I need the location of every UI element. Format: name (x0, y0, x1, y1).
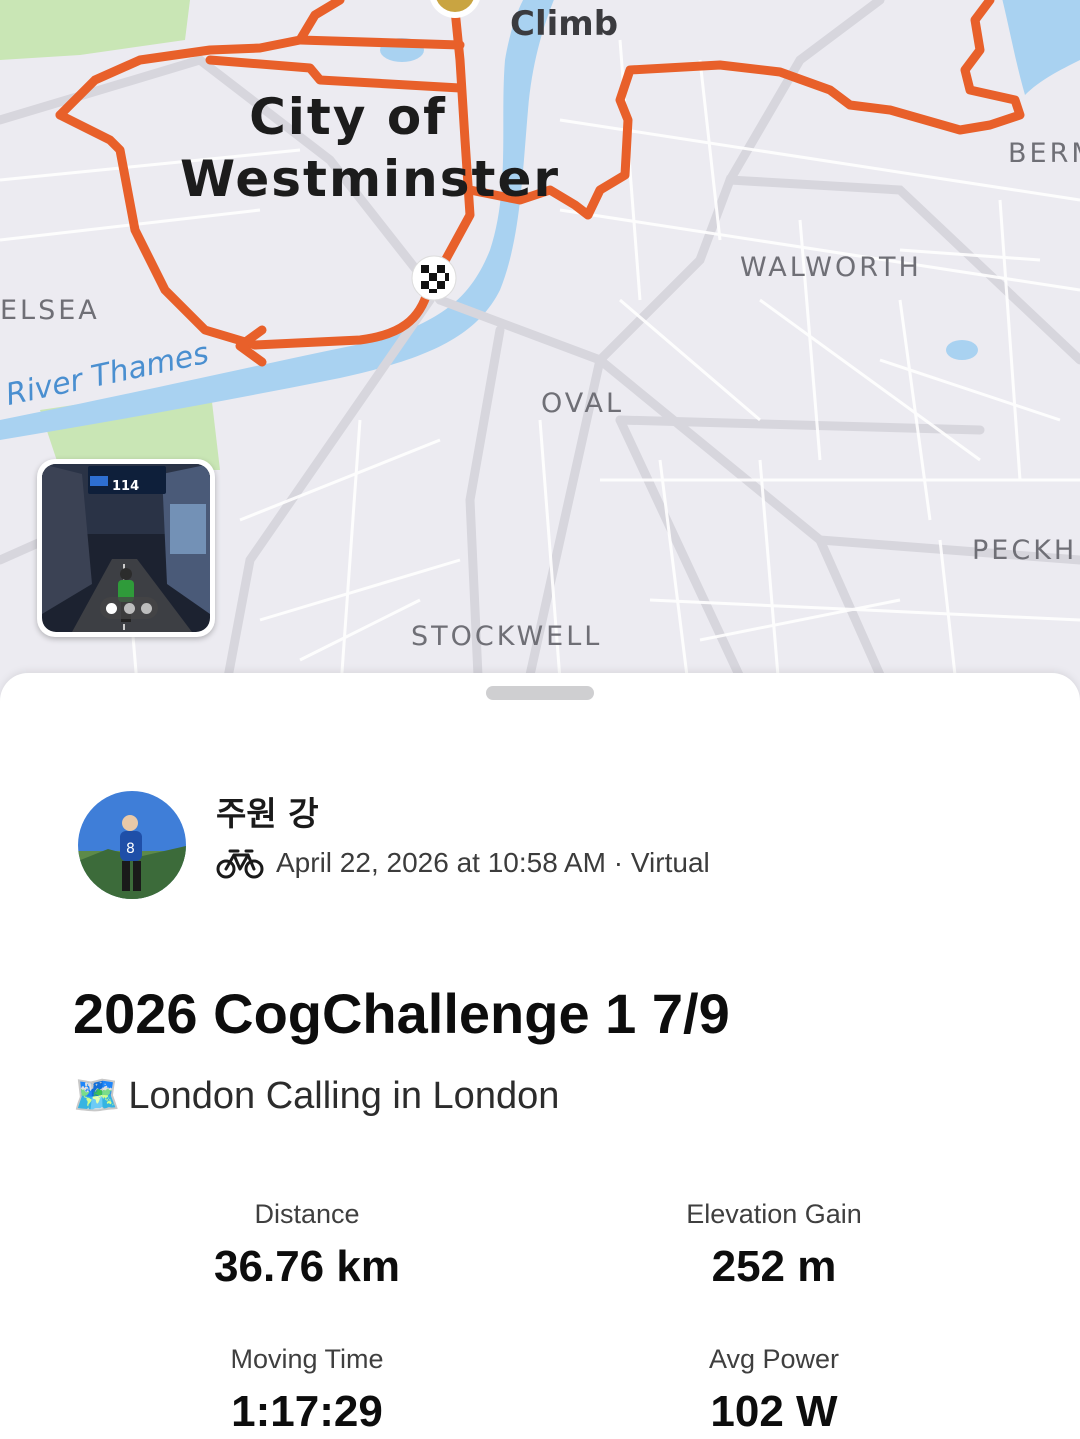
stat-value: 1:17:29 (231, 1387, 383, 1436)
stat-moving-time: Moving Time 1:17:29 (87, 1341, 527, 1439)
stat-label: Elevation Gain (686, 1199, 862, 1229)
finish-flag-icon (411, 255, 457, 301)
bike-icon (216, 849, 264, 879)
photo-page-indicator (100, 597, 158, 619)
activity-subtitle: 🗺️ London Calling in London (73, 1074, 559, 1118)
activity-title: 2026 CogChallenge 1 7/9 (73, 982, 730, 1045)
area-label-oval: OVAL (541, 388, 625, 419)
stat-label: Distance (254, 1199, 360, 1229)
activity-date-type: April 22, 2026 at 10:58 AM · Virtual (276, 847, 710, 878)
svg-text:114: 114 (112, 479, 139, 494)
activity-photo-thumbnail[interactable]: 114 (37, 459, 215, 637)
sheet-drag-handle[interactable] (486, 686, 594, 700)
area-label-stockwell: STOCKWELL (411, 621, 603, 652)
route-map[interactable]: Climb City of Westminster BERM WALWORTH … (0, 0, 1080, 720)
stat-value: 36.76 km (214, 1242, 400, 1291)
athlete-avatar[interactable]: 8 (78, 791, 186, 899)
activity-sheet[interactable]: 8 주원 강 April 22, 2026 at 10:58 AM · Virt… (0, 673, 1080, 1439)
stat-avg-power: Avg Power 102 W (554, 1341, 994, 1439)
svg-text:8: 8 (126, 841, 135, 857)
world-map-icon: 🗺️ (73, 1075, 121, 1117)
stat-distance: Distance 36.76 km (87, 1196, 527, 1294)
stat-label: Avg Power (708, 1344, 840, 1374)
area-label-peckham: PECKH (972, 535, 1078, 566)
page-dot-1 (106, 602, 118, 614)
stat-label: Moving Time (230, 1344, 384, 1374)
city-label-line1: City of (249, 88, 447, 146)
climb-label: Climb (510, 4, 619, 44)
page-dot-3 (140, 602, 152, 614)
game-screenshot: 114 (42, 464, 210, 632)
city-label: City of Westminster (180, 86, 561, 210)
area-label-chelsea: ELSEA (0, 295, 100, 326)
athlete-name[interactable]: 주원 강 (216, 787, 319, 835)
stat-value: 252 m (711, 1242, 837, 1291)
area-label-berm: BERM (1008, 138, 1080, 169)
activity-meta: April 22, 2026 at 10:58 AM · Virtual (216, 847, 710, 879)
activity-route-name: London Calling in London (128, 1074, 560, 1117)
page-dot-2 (123, 602, 135, 614)
city-label-line2: Westminster (180, 150, 561, 208)
stat-value: 102 W (710, 1387, 838, 1436)
area-label-walworth: WALWORTH (740, 252, 922, 283)
stat-elevation-gain: Elevation Gain 252 m (554, 1196, 994, 1294)
